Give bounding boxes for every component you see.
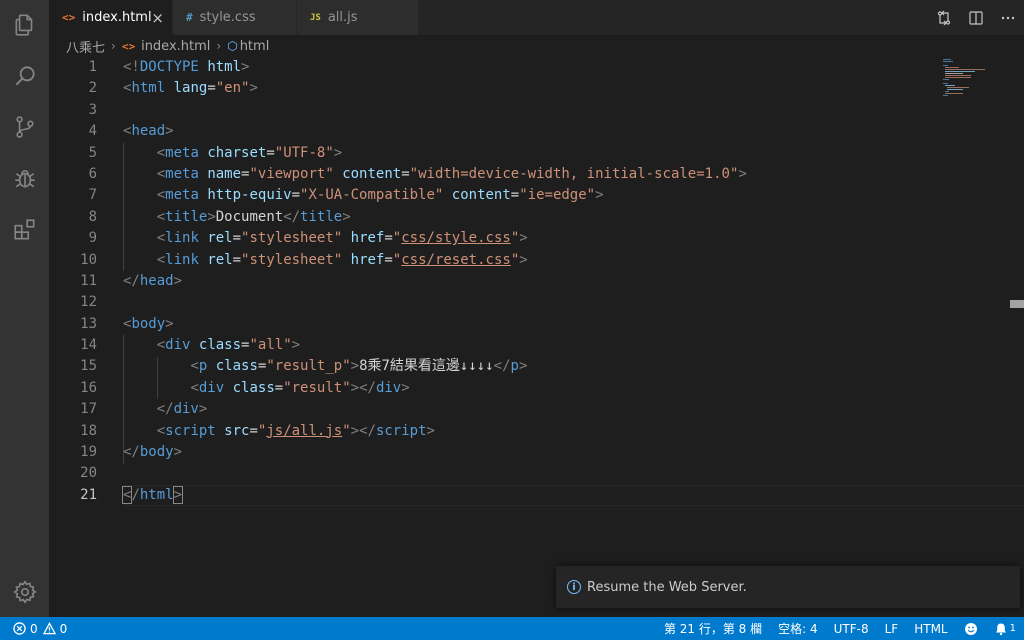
code-line: <meta name="viewport" content="width=dev… xyxy=(156,165,747,182)
line-number: 9 xyxy=(88,230,97,247)
line-number: 8 xyxy=(88,208,97,225)
line-number: 4 xyxy=(88,123,97,140)
tab-all-js[interactable]: JS all.js xyxy=(297,0,419,35)
vertical-scrollbar[interactable] xyxy=(1010,57,1024,617)
tab-label: index.html xyxy=(82,10,152,25)
source-control-icon[interactable] xyxy=(11,113,39,141)
code-line: <script src="js/all.js"></script> xyxy=(156,422,435,439)
symbol-icon: ⬡ xyxy=(227,39,238,53)
css-file-icon: # xyxy=(186,11,193,24)
line-number: 15 xyxy=(80,358,97,375)
paragraph-text: 8乘7結果看這邊↓↓↓↓ xyxy=(359,358,494,375)
minimap[interactable] xyxy=(941,57,1001,97)
scroll-thumb[interactable] xyxy=(1010,300,1024,308)
code-line: </body> xyxy=(123,444,183,461)
code-line: </head> xyxy=(123,272,183,289)
code-line: <meta http-equiv="X-UA-Compatible" conte… xyxy=(156,187,604,204)
breadcrumb-folder[interactable]: 八乘七 xyxy=(66,37,105,56)
end-of-line[interactable]: LF xyxy=(877,617,907,640)
explorer-icon[interactable] xyxy=(11,11,39,39)
code-line: <meta charset="UTF-8"> xyxy=(156,144,343,161)
notifications-bell-icon[interactable]: 1 xyxy=(986,617,1024,640)
search-icon[interactable] xyxy=(11,62,39,90)
code-line: <div class="all"> xyxy=(156,337,301,354)
line-number: 16 xyxy=(80,379,97,396)
extensions-icon[interactable] xyxy=(11,216,39,244)
line-number: 14 xyxy=(80,337,97,354)
warning-count: 0 xyxy=(59,621,68,636)
problems-indicator[interactable]: 0 0 xyxy=(0,622,67,636)
code-line: <title>Document</title> xyxy=(156,208,351,225)
line-number: 13 xyxy=(80,315,97,332)
tab-style-css[interactable]: # style.css xyxy=(173,0,297,35)
line-number-current: 21 xyxy=(80,486,97,503)
warning-icon xyxy=(42,622,56,635)
info-icon: i xyxy=(567,580,581,594)
error-count: 0 xyxy=(30,621,38,636)
html-file-icon: <> xyxy=(121,39,136,53)
code-line: <!DOCTYPE html> xyxy=(123,59,250,75)
line-number: 2 xyxy=(88,80,97,97)
line-number: 6 xyxy=(88,165,97,182)
status-right: 第 21 行，第 8 欄 空格: 4 UTF-8 LF HTML 1 xyxy=(656,617,1024,640)
line-number: 19 xyxy=(80,444,97,461)
notification-toast[interactable]: i Resume the Web Server. xyxy=(556,566,1020,608)
breadcrumb-file[interactable]: index.html xyxy=(141,39,210,54)
line-number-gutter: 1 2 3 4 5 6 7 8 9 10 11 12 13 14 15 16 1… xyxy=(49,57,97,506)
line-number: 7 xyxy=(88,187,97,204)
close-icon[interactable]: × xyxy=(151,9,164,27)
code-line: <p class="result_p">8乘7結果看這邊↓↓↓↓</p> xyxy=(190,358,528,375)
js-file-icon: JS xyxy=(310,12,321,23)
code-line: </div> xyxy=(156,401,208,418)
notification-message: Resume the Web Server. xyxy=(587,579,747,595)
code-line: <html lang="en"> xyxy=(123,80,258,97)
code-area[interactable]: <!DOCTYPE html> <html lang="en"> <head> … xyxy=(121,57,1024,507)
indentation[interactable]: 空格: 4 xyxy=(770,617,826,640)
code-line: <link rel="stylesheet" href="css/style.c… xyxy=(156,230,528,247)
split-editor-icon[interactable] xyxy=(960,0,992,35)
breadcrumb: 八乘七 › <> index.html › ⬡ html xyxy=(49,35,1024,57)
line-number: 18 xyxy=(80,422,97,439)
cursor-position[interactable]: 第 21 行，第 8 欄 xyxy=(656,617,770,640)
line-number: 3 xyxy=(88,101,97,118)
code-line: <head> xyxy=(123,123,174,140)
language-mode[interactable]: HTML xyxy=(906,617,955,640)
code-line: <body> xyxy=(123,315,174,332)
chevron-right-icon: › xyxy=(111,39,116,53)
code-line: <link rel="stylesheet" href="css/reset.c… xyxy=(156,251,528,268)
code-line-current: </html> xyxy=(121,484,1024,507)
code-line: <div class="result"></div> xyxy=(190,379,410,396)
tab-label: style.css xyxy=(199,10,256,25)
more-actions-icon[interactable] xyxy=(992,0,1024,35)
breadcrumb-symbol[interactable]: html xyxy=(240,39,270,54)
line-number: 11 xyxy=(80,272,97,289)
settings-gear-icon[interactable] xyxy=(11,578,39,606)
tab-bar: <> index.html × # style.css JS all.js xyxy=(49,0,1024,35)
line-number: 12 xyxy=(80,294,97,311)
open-changes-icon[interactable] xyxy=(928,0,960,35)
code-editor[interactable]: 1 2 3 4 5 6 7 8 9 10 11 12 13 14 15 16 1… xyxy=(49,57,1024,617)
encoding[interactable]: UTF-8 xyxy=(826,617,877,640)
chevron-right-icon: › xyxy=(216,39,222,53)
line-number: 1 xyxy=(88,59,97,75)
line-number: 20 xyxy=(80,465,97,482)
line-number: 17 xyxy=(80,401,97,418)
tab-index-html[interactable]: <> index.html × xyxy=(49,0,173,35)
editor-actions xyxy=(928,0,1024,35)
tab-label: all.js xyxy=(327,10,358,25)
line-number: 5 xyxy=(88,144,97,161)
html-file-icon: <> xyxy=(62,11,76,24)
line-number: 10 xyxy=(80,251,97,268)
status-bar: 0 0 第 21 行，第 8 欄 空格: 4 UTF-8 LF HTML 1 xyxy=(0,617,1024,640)
debug-icon[interactable] xyxy=(11,164,39,192)
activity-bar xyxy=(0,0,49,617)
feedback-smiley-icon[interactable] xyxy=(956,617,986,640)
error-icon xyxy=(13,622,26,635)
